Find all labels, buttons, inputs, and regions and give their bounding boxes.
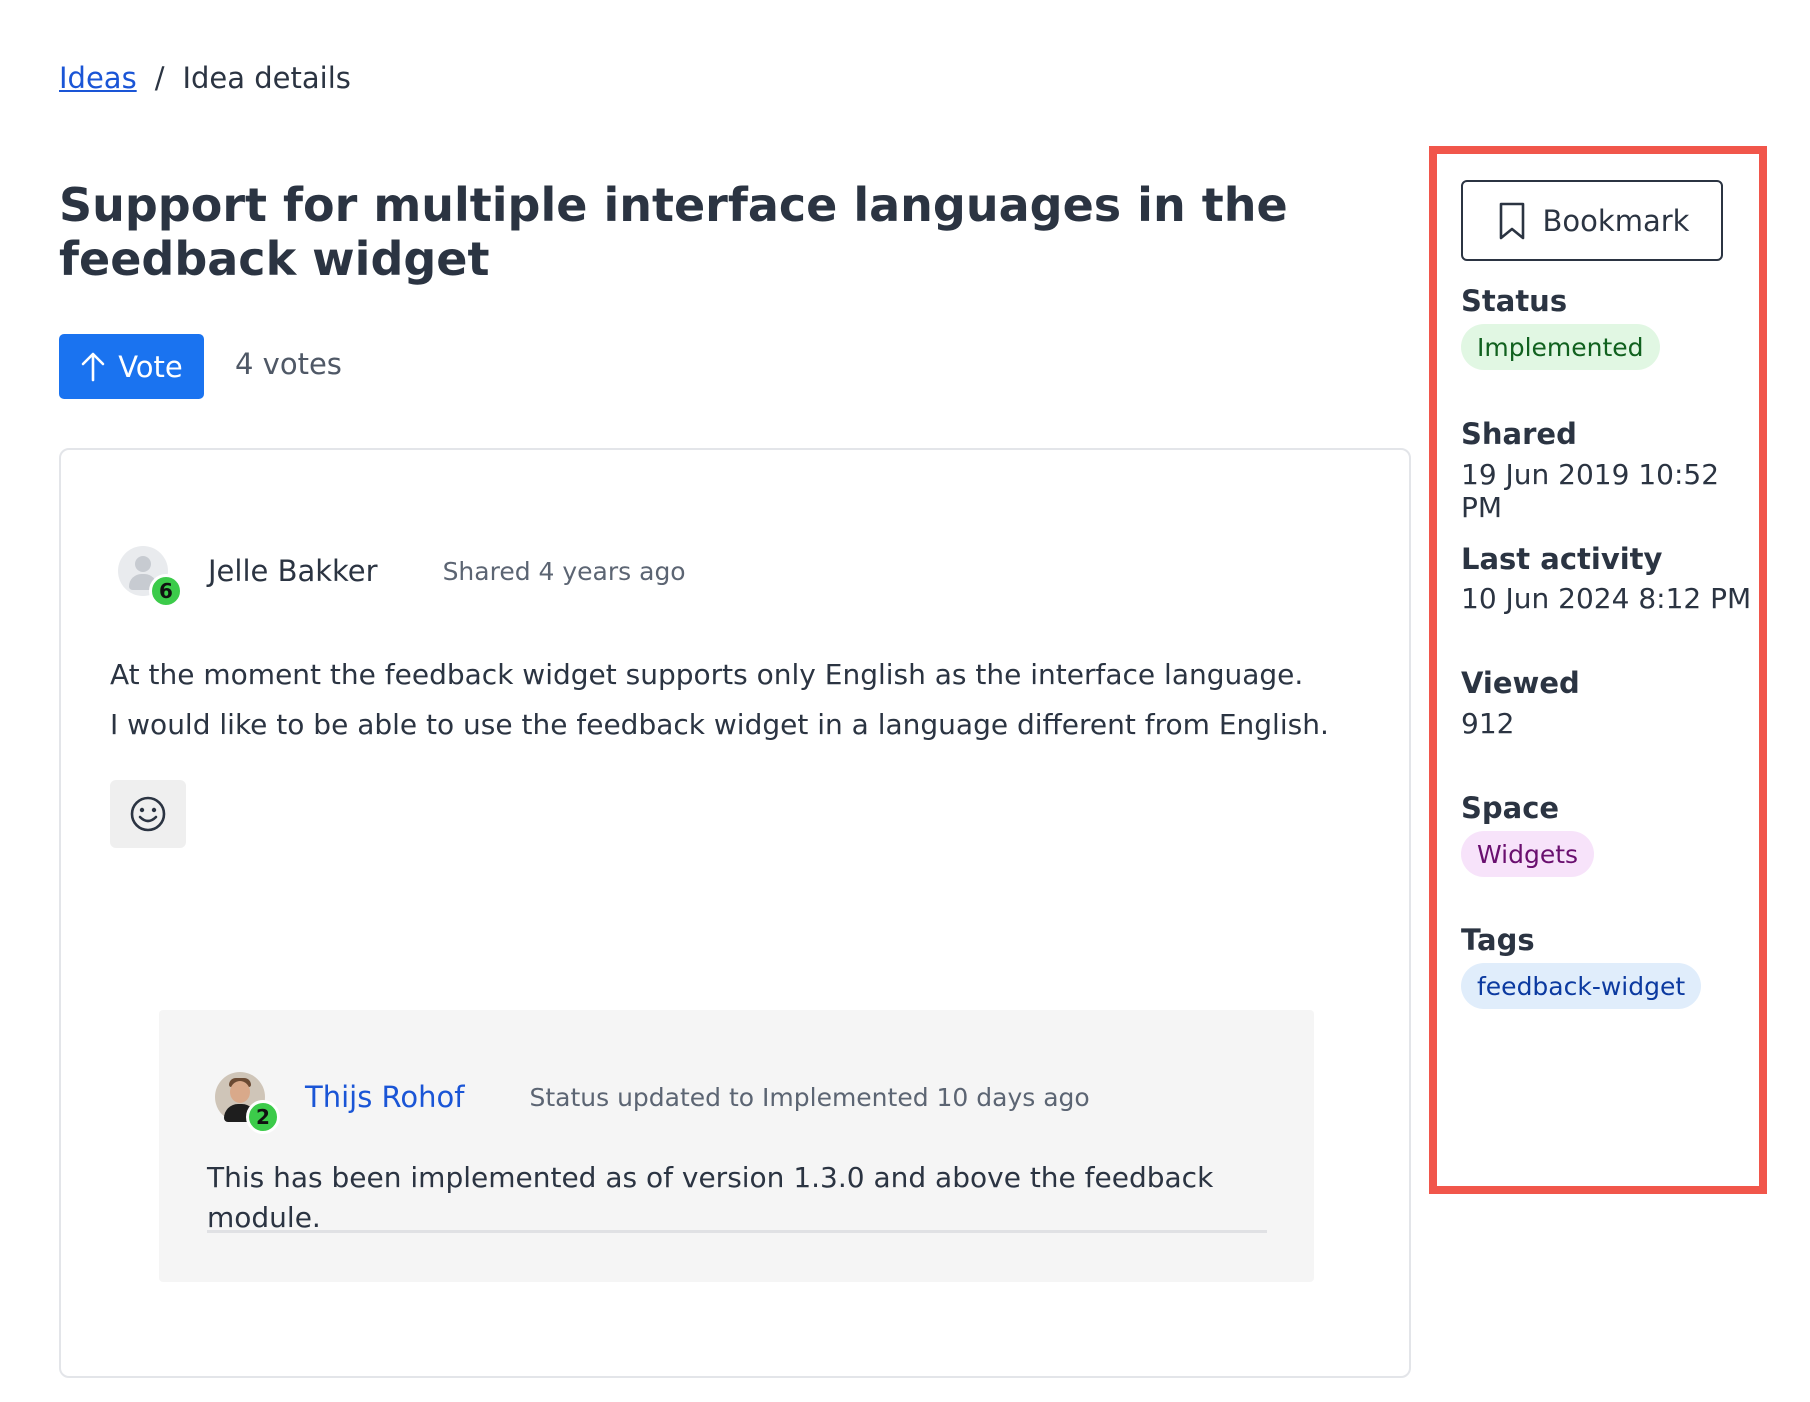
divider — [207, 1230, 1267, 1233]
idea-card: 6 Jelle Bakker Shared 4 years ago At the… — [59, 448, 1411, 1378]
avatar-photo-face — [230, 1081, 250, 1103]
last-activity-date: 10 Jun 2024 8:12 PM — [1461, 582, 1752, 615]
vote-count: 4 votes — [235, 347, 342, 381]
add-reaction-button[interactable] — [110, 780, 186, 848]
smiley-icon — [130, 796, 166, 832]
status-badge: Implemented — [1461, 324, 1660, 370]
bookmark-label: Bookmark — [1542, 203, 1690, 238]
idea-details-page: Ideas / Idea details Support for multipl… — [0, 0, 1810, 1402]
avatar[interactable]: 2 — [215, 1072, 280, 1134]
status-comment: 2 Thijs Rohof Status updated to Implemen… — [159, 1010, 1314, 1282]
bookmark-button[interactable]: Bookmark — [1461, 180, 1723, 261]
status-label: Status — [1461, 284, 1568, 318]
idea-metadata-sidebar: Bookmark Status Implemented Shared 19 Ju… — [1429, 146, 1767, 1194]
shared-timestamp: Shared 4 years ago — [442, 556, 686, 586]
vote-label: Vote — [118, 349, 183, 384]
author-row: 6 Jelle Bakker Shared 4 years ago — [118, 546, 686, 608]
commenter-level-badge: 2 — [246, 1100, 280, 1134]
breadcrumb-current: Idea details — [182, 61, 351, 95]
comment-header: 2 Thijs Rohof Status updated to Implemen… — [215, 1072, 1090, 1134]
breadcrumb-ideas-link[interactable]: Ideas — [59, 58, 137, 98]
comment-text: This has been implemented as of version … — [207, 1161, 1214, 1234]
idea-description: At the moment the feedback widget suppor… — [110, 650, 1350, 750]
arrow-up-icon — [81, 352, 105, 381]
shared-label: Shared — [1461, 417, 1577, 451]
tags-label: Tags — [1461, 923, 1535, 957]
viewed-label: Viewed — [1461, 666, 1580, 700]
tag-badge[interactable]: feedback-widget — [1461, 963, 1702, 1009]
idea-title: Support for multiple interface languages… — [59, 178, 1288, 286]
last-activity-label: Last activity — [1461, 542, 1663, 576]
author-level-badge: 6 — [149, 574, 183, 608]
description-line: I would like to be able to use the feedb… — [110, 708, 1329, 741]
description-line: At the moment the feedback widget suppor… — [110, 658, 1304, 691]
viewed-count: 912 — [1461, 707, 1515, 740]
breadcrumb-separator: / — [154, 61, 165, 95]
avatar[interactable]: 6 — [118, 546, 183, 608]
vote-button[interactable]: Vote — [59, 334, 204, 399]
author-name: Jelle Bakker — [208, 554, 378, 588]
status-update-meta: Status updated to Implemented 10 days ag… — [529, 1082, 1090, 1112]
commenter-name-link[interactable]: Thijs Rohof — [305, 1080, 464, 1114]
space-badge[interactable]: Widgets — [1461, 831, 1595, 877]
space-label: Space — [1461, 791, 1560, 825]
shared-date: 19 Jun 2019 10:52 PM — [1461, 458, 1720, 524]
bookmark-icon — [1499, 202, 1524, 239]
breadcrumb: Ideas / Idea details — [59, 58, 351, 98]
avatar-placeholder-head — [135, 556, 151, 572]
